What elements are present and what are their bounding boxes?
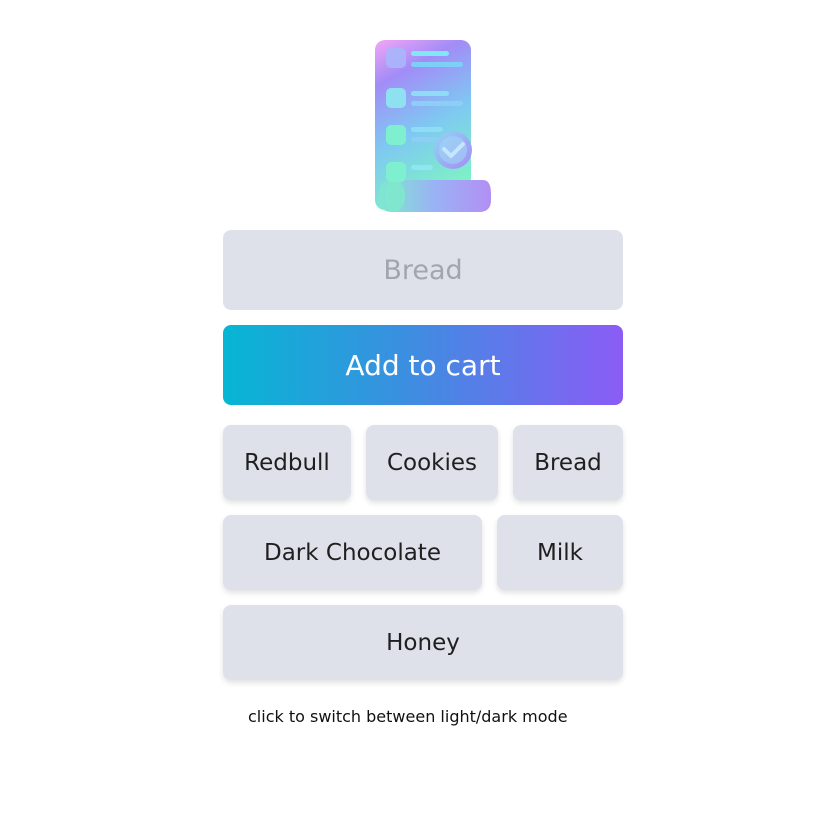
- item-input[interactable]: [223, 230, 623, 310]
- item-row: Redbull Cookies Bread: [223, 425, 623, 500]
- item-row: Dark Chocolate Milk: [223, 515, 623, 590]
- add-to-cart-button[interactable]: Add to cart: [223, 325, 623, 405]
- item-chip-honey[interactable]: Honey: [223, 605, 623, 680]
- item-chip-milk[interactable]: Milk: [497, 515, 623, 590]
- item-list: Redbull Cookies Bread Dark Chocolate Mil…: [223, 425, 623, 695]
- item-chip-dark-chocolate[interactable]: Dark Chocolate: [223, 515, 482, 590]
- shopping-list-app: Add to cart Redbull Cookies Bread Dark C…: [0, 0, 822, 831]
- item-row: Honey: [223, 605, 623, 680]
- theme-toggle-link[interactable]: click to switch between light/dark mode: [248, 707, 568, 726]
- shopping-list-scroll-icon: [373, 38, 493, 214]
- item-chip-redbull[interactable]: Redbull: [223, 425, 351, 500]
- item-chip-bread[interactable]: Bread: [513, 425, 623, 500]
- item-chip-cookies[interactable]: Cookies: [366, 425, 498, 500]
